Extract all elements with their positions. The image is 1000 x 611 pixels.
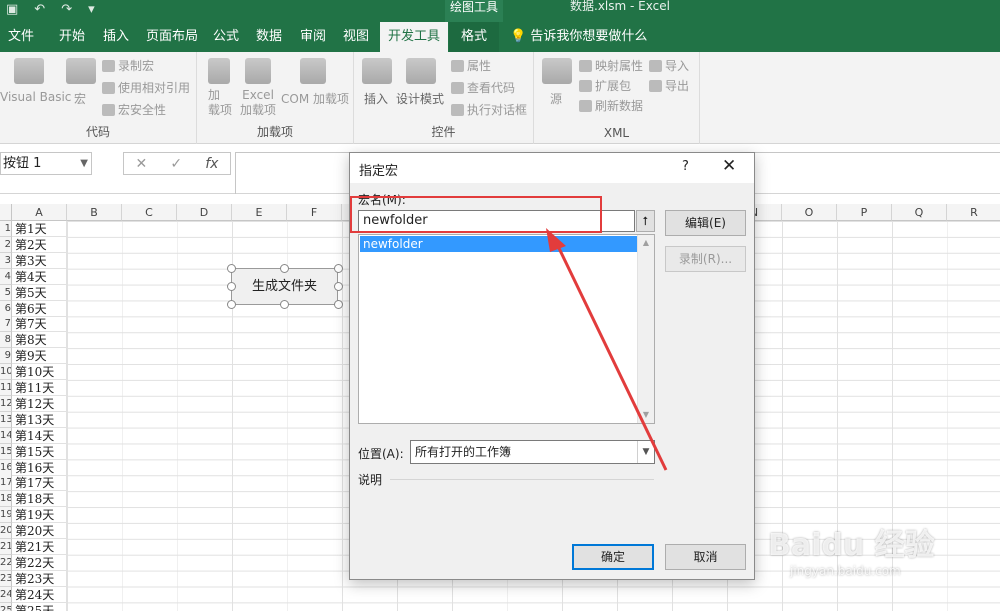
watermark-brand: Baidu 经验	[768, 528, 935, 563]
baidu-watermark: Baidu 经验 jingyan.baidu.com	[768, 520, 968, 600]
watermark-url: jingyan.baidu.com	[790, 564, 901, 578]
